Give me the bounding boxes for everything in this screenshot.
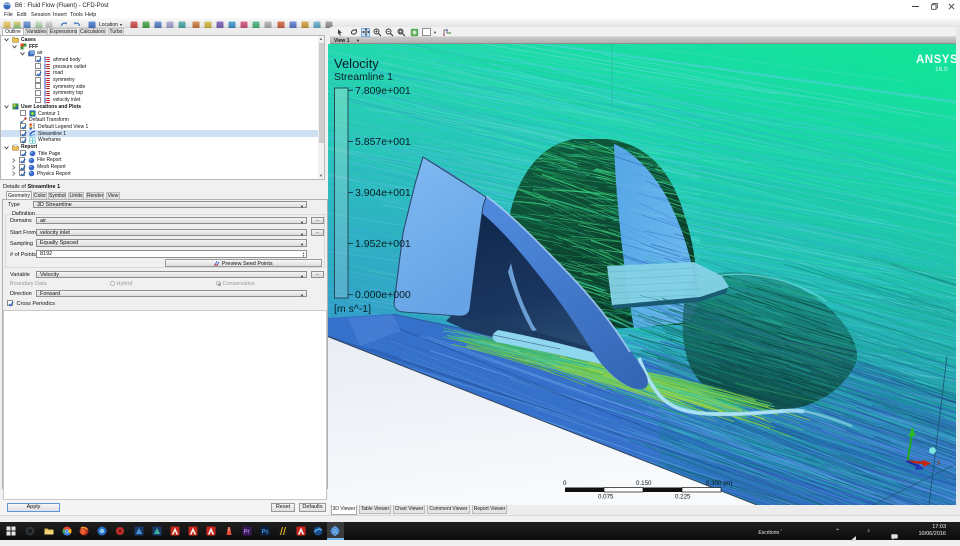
svg-text:5.857e+001: 5.857e+001	[355, 136, 411, 148]
svg-text:[m s^-1]: [m s^-1]	[334, 303, 371, 315]
svg-text:16.0: 16.0	[935, 66, 948, 73]
svg-text:0.075: 0.075	[598, 494, 614, 501]
svg-text:X: X	[937, 460, 942, 467]
svg-text:0: 0	[563, 480, 567, 487]
svg-text:Pr: Pr	[244, 529, 250, 535]
svg-text:Velocity: Velocity	[334, 56, 379, 71]
svg-text:0.225: 0.225	[675, 494, 691, 501]
svg-text:7.809e+001: 7.809e+001	[355, 85, 411, 97]
svg-text:1.952e+001: 1.952e+001	[355, 238, 411, 250]
svg-text:Streamline 1: Streamline 1	[334, 71, 393, 83]
svg-text:ANSYS: ANSYS	[916, 54, 958, 66]
svg-text:3.904e+001: 3.904e+001	[355, 187, 411, 199]
svg-text:Z: Z	[929, 467, 933, 474]
svg-text:Y: Y	[912, 421, 917, 428]
svg-text:0.000e+000: 0.000e+000	[355, 289, 411, 301]
svg-text:Ps: Ps	[262, 529, 269, 535]
svg-text:0.300 (m): 0.300 (m)	[706, 480, 732, 487]
svg-text:0.150: 0.150	[636, 480, 652, 487]
